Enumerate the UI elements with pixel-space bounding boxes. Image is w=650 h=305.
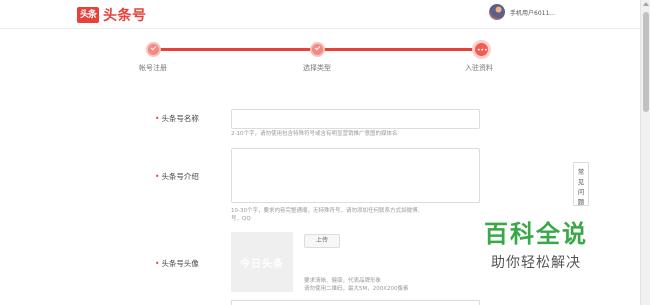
name-label: • 头条号名称 bbox=[155, 114, 199, 123]
watermark-subtitle: 助你轻松解决 bbox=[491, 255, 581, 271]
step-1-check-icon bbox=[146, 42, 161, 57]
scroll-thumb[interactable] bbox=[643, 12, 649, 112]
intro-hint: 10-30个字，要求内容完整通顺，无特殊符号，请勿添加任何联系方式如微博、 号、… bbox=[231, 208, 423, 222]
name-hint: 2-10个字，请勿使用包含特殊符号或含有明显营销推广意图的媒体名 bbox=[231, 131, 398, 137]
user-menu[interactable]: 手机用户6011... bbox=[489, 4, 555, 20]
upload-button[interactable]: 上传 bbox=[304, 234, 340, 248]
step-connector bbox=[318, 48, 482, 51]
help-button[interactable]: 常见问题 bbox=[573, 162, 589, 206]
step-3-current-icon: ••• bbox=[472, 40, 491, 59]
step-2-check-icon bbox=[310, 42, 325, 57]
page: 头条 头条号 手机用户6011... ••• 帐号注册 选择类型 入驻资料 • 头… bbox=[0, 0, 650, 305]
name-input[interactable] bbox=[231, 109, 480, 129]
next-input-edge[interactable] bbox=[231, 300, 480, 305]
header: 头条 头条号 手机用户6011... bbox=[0, 0, 640, 29]
scroll-up-arrow-icon[interactable] bbox=[643, 2, 649, 6]
watermark-title: 百科全说 bbox=[484, 220, 588, 248]
step-label: 入驻资料 bbox=[465, 64, 493, 72]
step-label: 帐号注册 bbox=[139, 64, 167, 72]
step-label: 选择类型 bbox=[303, 64, 331, 72]
scrollbar[interactable] bbox=[640, 0, 650, 305]
avatar bbox=[489, 4, 505, 20]
avatar-hint: 要求清晰、健康，代表品牌形象 请勿使用二维码，最大5M，200X200像素 bbox=[304, 278, 409, 292]
avatar-label: • 头条号头像 bbox=[155, 259, 199, 268]
intro-label: • 头条号介绍 bbox=[155, 172, 199, 181]
intro-textarea[interactable] bbox=[231, 148, 480, 203]
step-connector bbox=[153, 48, 318, 51]
avatar-placeholder-image[interactable]: 今日头条 bbox=[231, 232, 293, 292]
username: 手机用户6011... bbox=[510, 9, 555, 17]
logo-icon: 头条 bbox=[77, 7, 99, 23]
logo-text: 头条号 bbox=[103, 8, 147, 24]
logo[interactable]: 头条 头条号 bbox=[77, 5, 147, 25]
